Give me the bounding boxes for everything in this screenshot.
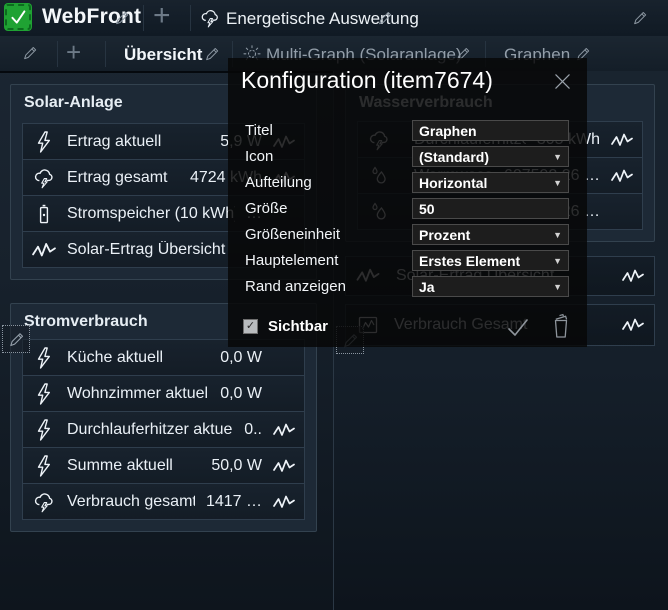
list-item[interactable]: Summe aktuell 50,0 W	[22, 447, 305, 484]
edit-view-pencil-icon[interactable]	[377, 10, 393, 26]
bolt-icon	[32, 130, 56, 154]
divider	[143, 5, 144, 31]
storm-icon	[32, 490, 56, 514]
divider	[190, 5, 191, 31]
app-titlebar: WebFront + Energetische Auswertung	[0, 0, 668, 37]
item-value: 0,0 W	[220, 385, 262, 403]
config-fields: Titel Graphen ▼ Icon (Standard) ▼ Auftei…	[245, 120, 569, 302]
item-label: Summe aktuell	[67, 457, 200, 475]
field-row: Größeneinheit Prozent ▼	[245, 224, 569, 245]
field-value: 50	[419, 201, 435, 217]
pencil-icon	[8, 331, 25, 348]
item-label: Wohnzimmer aktuell	[67, 385, 209, 403]
field-row: Aufteilung Horizontal ▼	[245, 172, 569, 193]
field-value: Erstes Element	[419, 253, 520, 269]
dialog-title: Konfiguration (item7674)	[241, 67, 493, 94]
item-label: Ertrag aktuell	[67, 133, 209, 151]
chevron-down-icon: ▼	[553, 256, 562, 266]
field-value: Horizontal	[419, 175, 487, 191]
field-value: (Standard)	[419, 149, 489, 165]
storm-icon	[32, 166, 56, 190]
field-control[interactable]: 50 ▼	[412, 198, 569, 219]
confirm-check-icon[interactable]	[504, 314, 532, 342]
divider	[105, 41, 106, 67]
chevron-down-icon: ▼	[553, 282, 562, 292]
visible-checkbox-row: ✓ Sichtbar	[243, 318, 328, 335]
edit-app-title-pencil-icon[interactable]	[114, 10, 130, 26]
field-control[interactable]: Graphen ▼	[412, 120, 569, 141]
field-value: Graphen	[419, 123, 477, 139]
field-label: Aufteilung	[245, 174, 412, 191]
field-value: Prozent	[419, 227, 470, 243]
chart-icon[interactable]	[611, 131, 633, 149]
item-label: Ertrag gesamt	[67, 169, 179, 187]
bolt-icon	[32, 382, 56, 406]
bolt-icon	[32, 346, 56, 370]
field-control[interactable]: Ja ▼	[412, 276, 569, 297]
storm-cloud-icon	[199, 7, 221, 29]
chevron-down-icon: ▼	[553, 178, 562, 188]
field-label: Icon	[245, 148, 412, 165]
field-label: Größe	[245, 200, 412, 217]
check-stamp-icon[interactable]	[4, 3, 32, 31]
field-row: Hauptelement Erstes Element ▼	[245, 250, 569, 271]
field-row: Icon (Standard) ▼	[245, 146, 569, 167]
item-label: Küche aktuell	[67, 349, 209, 367]
field-control[interactable]: (Standard) ▼	[412, 146, 569, 167]
field-control[interactable]: Erstes Element ▼	[412, 250, 569, 271]
chart-icon[interactable]	[273, 421, 295, 439]
chart-icon[interactable]	[622, 316, 644, 334]
chevron-down-icon: ▼	[553, 152, 562, 162]
field-label: Rand anzeigen	[245, 278, 412, 295]
sichtbar-label: Sichtbar	[268, 318, 328, 335]
chart-icon[interactable]	[273, 457, 295, 475]
strom-rows: Küche aktuell 0,0 W Wohnzimmer aktuell 0…	[22, 339, 305, 520]
list-item[interactable]: Wohnzimmer aktuell 0,0 W	[22, 375, 305, 412]
field-row: Titel Graphen ▼	[245, 120, 569, 141]
field-control[interactable]: Horizontal ▼	[412, 172, 569, 193]
item-value: 50,0 W	[211, 457, 262, 475]
edit-tabbar-pencil-icon[interactable]	[22, 45, 38, 61]
field-label: Titel	[245, 122, 412, 139]
item-value: 0..	[244, 421, 262, 439]
bolt-icon	[32, 418, 56, 442]
add-view-button[interactable]: +	[153, 0, 171, 33]
bolt-icon	[32, 454, 56, 478]
divider	[57, 41, 58, 67]
field-label: Größeneinheit	[245, 226, 412, 243]
chart-icon[interactable]	[611, 167, 633, 185]
wave-icon	[32, 238, 56, 262]
list-item[interactable]: Durchlauferhitzer aktuell 0..	[22, 411, 305, 448]
battery-icon	[32, 202, 56, 226]
item-value: 0,0 W	[220, 349, 262, 367]
close-icon[interactable]	[553, 72, 572, 91]
chevron-down-icon: ▼	[553, 230, 562, 240]
field-row: Rand anzeigen Ja ▼	[245, 276, 569, 297]
item-label: Stromspeicher (10 kWh)	[67, 205, 235, 223]
edit-bar-pencil-icon[interactable]	[632, 10, 648, 26]
item-value: 1417 …	[206, 493, 262, 511]
tab-uebersicht[interactable]: Übersicht	[124, 45, 202, 65]
item-label: Verbrauch gesamt	[67, 493, 195, 511]
config-dialog: Konfiguration (item7674) Titel Graphen ▼…	[228, 58, 587, 347]
field-label: Hauptelement	[245, 252, 412, 269]
add-page-button[interactable]: +	[66, 37, 81, 68]
chart-icon[interactable]	[273, 493, 295, 511]
trash-icon[interactable]	[549, 311, 573, 341]
edit-handle-left[interactable]	[2, 325, 30, 353]
field-row: Größe 50 ▼	[245, 198, 569, 219]
field-value: Ja	[419, 279, 435, 295]
sichtbar-checkbox[interactable]: ✓	[243, 319, 258, 334]
item-label: Durchlauferhitzer aktuell	[67, 421, 233, 439]
chart-icon[interactable]	[622, 267, 644, 285]
field-control[interactable]: Prozent ▼	[412, 224, 569, 245]
edit-tab-pencil-icon[interactable]	[204, 46, 220, 62]
item-label: Solar-Ertrag Übersicht	[67, 241, 251, 259]
list-item[interactable]: Verbrauch gesamt 1417 …	[22, 483, 305, 520]
